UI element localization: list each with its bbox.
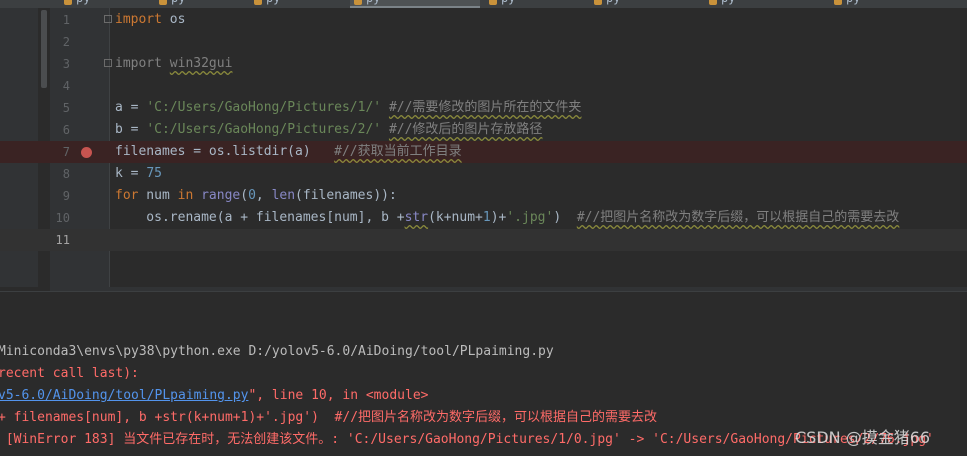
fold-icon[interactable] bbox=[104, 59, 112, 67]
fold-icon[interactable] bbox=[104, 15, 112, 23]
console-line: recent call last): bbox=[0, 366, 139, 381]
code-text[interactable]: a = 'C:/Users/GaoHong/Pictures/1/' #//需要… bbox=[115, 97, 581, 119]
console-line: v5-6.0/AiDoing/tool/PLpaiming.py", line … bbox=[0, 388, 429, 403]
code-text[interactable]: for num in range(0, len(filenames)): bbox=[115, 185, 397, 207]
code-text[interactable]: filenames = os.listdir(a) #//获取当前工作目录 bbox=[115, 141, 462, 163]
code-line-breakpoint: 7 filenames = os.listdir(a) #//获取当前工作目录 bbox=[0, 141, 967, 163]
editor-tab-active[interactable]: py bbox=[350, 0, 480, 8]
editor-tab[interactable]: py bbox=[590, 0, 700, 8]
run-panel-header bbox=[0, 291, 967, 341]
python-file-icon bbox=[594, 0, 602, 5]
code-text[interactable]: os.rename(a + filenames[num], b +str(k+n… bbox=[115, 207, 899, 229]
editor-tab[interactable]: py bbox=[155, 0, 245, 8]
console-line: Miniconda3\envs\py38\python.exe D:/yolov… bbox=[0, 344, 554, 359]
code-text[interactable]: import os bbox=[115, 9, 185, 31]
editor-tab[interactable]: py bbox=[250, 0, 345, 8]
editor-tab[interactable]: py bbox=[830, 0, 960, 8]
editor-tab[interactable]: py bbox=[60, 0, 150, 8]
python-file-icon bbox=[254, 0, 262, 5]
code-line: 3 import win32gui bbox=[0, 53, 967, 75]
console-line: + filenames[num], b +str(k+num+1)+'.jpg'… bbox=[0, 410, 658, 425]
code-line: 4 bbox=[62, 79, 70, 93]
traceback-file-link[interactable]: v5-6.0/AiDoing/tool/PLpaiming.py bbox=[0, 388, 248, 403]
python-file-icon bbox=[64, 0, 72, 5]
code-line: 5 a = 'C:/Users/GaoHong/Pictures/1/' #//… bbox=[0, 97, 967, 119]
code-text[interactable]: import win32gui bbox=[115, 53, 232, 75]
python-file-icon bbox=[489, 0, 497, 5]
code-line: 2 bbox=[62, 35, 70, 49]
code-line: 6 b = 'C:/Users/GaoHong/Pictures/2/' #//… bbox=[0, 119, 967, 141]
code-line: 9 for num in range(0, len(filenames)): bbox=[0, 185, 967, 207]
python-file-icon bbox=[354, 0, 362, 5]
python-file-icon bbox=[834, 0, 842, 5]
editor-tab-bar: py py py py py py py py bbox=[0, 0, 967, 8]
code-text[interactable]: b = 'C:/Users/GaoHong/Pictures/2/' #//修改… bbox=[115, 119, 542, 141]
code-line-current: 11 bbox=[0, 229, 967, 251]
editor-tab[interactable]: py bbox=[705, 0, 825, 8]
python-file-icon bbox=[159, 0, 167, 5]
code-text[interactable]: k = 75 bbox=[115, 163, 162, 185]
breakpoint-icon[interactable] bbox=[81, 147, 92, 158]
code-line: 10 os.rename(a + filenames[num], b +str(… bbox=[0, 207, 967, 229]
code-line: 8 k = 75 bbox=[0, 163, 967, 185]
editor-tab[interactable]: py bbox=[485, 0, 585, 8]
code-line: 1 import os bbox=[0, 9, 967, 31]
console-error-line: [WinError 183] 当文件已存在时，无法创建该文件。: 'C:/Use… bbox=[0, 432, 934, 447]
python-file-icon bbox=[709, 0, 717, 5]
watermark: CSDN @摸金猪66 bbox=[795, 428, 931, 447]
